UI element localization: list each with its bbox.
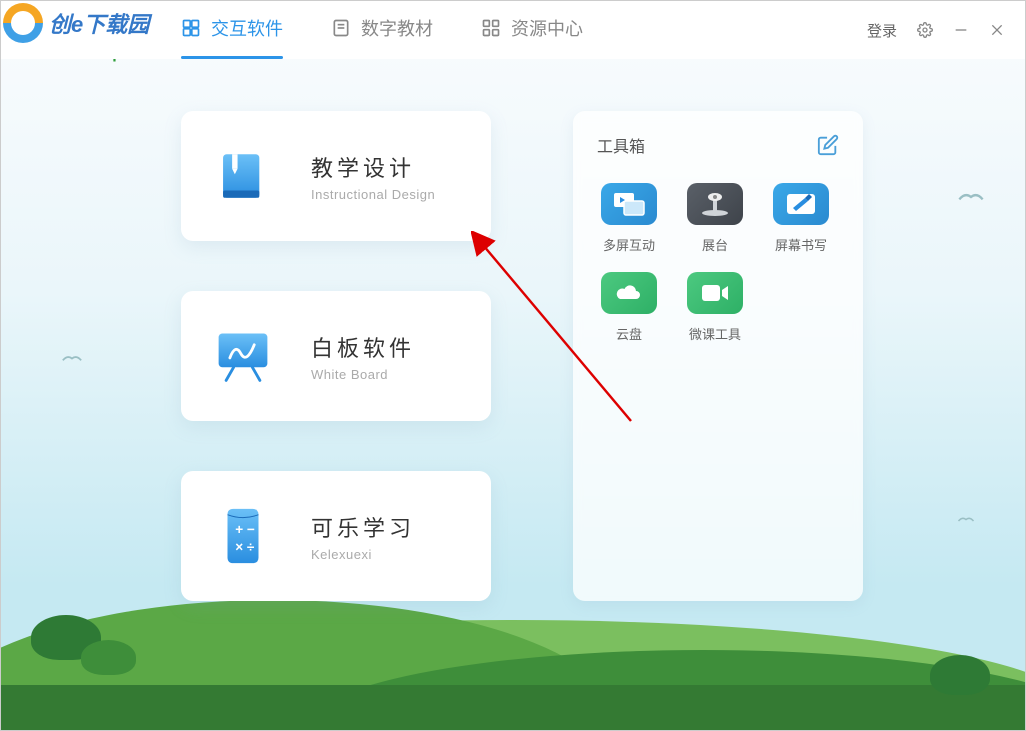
apps-icon <box>481 18 501 38</box>
tool-label: 多屏互动 <box>603 235 655 254</box>
tab-resource-center[interactable]: 资源中心 <box>481 15 583 45</box>
multiscreen-icon <box>601 183 657 225</box>
whiteboard-icon <box>211 324 275 388</box>
cloud-disk-icon <box>601 272 657 314</box>
tool-label: 屏幕书写 <box>775 235 827 254</box>
toolbox-panel: 工具箱 多屏互动 展台 屏幕书写 <box>573 111 863 601</box>
tab-interactive-software[interactable]: 交互软件 <box>181 15 283 45</box>
nav-tabs: 交互软件 数字教材 资源中心 <box>181 15 583 45</box>
topbar: 交互软件 数字教材 资源中心 登录 <box>1 1 1025 59</box>
tool-visualizer[interactable]: 展台 <box>683 183 747 254</box>
login-button[interactable]: 登录 <box>867 20 897 41</box>
watermark: 创e下载园 <box>3 3 149 43</box>
topbar-right: 登录 <box>867 20 1005 41</box>
card-whiteboard[interactable]: 白板软件 White Board <box>181 291 491 421</box>
tool-cloud-disk[interactable]: 云盘 <box>597 272 661 343</box>
svg-text:÷: ÷ <box>247 540 255 555</box>
card-title: 白板软件 <box>311 331 415 363</box>
watermark-icon <box>3 3 43 43</box>
minimize-button[interactable] <box>953 22 969 38</box>
card-title: 可乐学习 <box>311 511 415 543</box>
tab-label: 交互软件 <box>211 15 283 41</box>
screen-write-icon <box>773 183 829 225</box>
card-kelexuexi[interactable]: +−× ÷ 可乐学习 Kelexuexi <box>181 471 491 601</box>
card-subtitle: White Board <box>311 367 415 382</box>
card-subtitle: Instructional Design <box>311 187 435 202</box>
toolbox-edit-button[interactable] <box>817 134 839 156</box>
card-title: 教学设计 <box>311 151 435 183</box>
tool-grid: 多屏互动 展台 屏幕书写 云盘 <box>597 183 839 343</box>
grid-icon <box>181 18 201 38</box>
watermark-brand: 创e下载园 <box>49 7 149 39</box>
tab-label: 数字教材 <box>361 15 433 41</box>
svg-text:+: + <box>235 522 243 537</box>
cola-math-icon: +−× ÷ <box>211 504 275 568</box>
tool-label: 展台 <box>702 235 728 254</box>
visualizer-icon <box>687 183 743 225</box>
book-icon <box>331 18 351 38</box>
close-button[interactable] <box>989 22 1005 38</box>
svg-text:×: × <box>235 540 243 555</box>
main-content: 教学设计 Instructional Design 白板软件 White Boa… <box>1 111 1025 730</box>
tool-multiscreen[interactable]: 多屏互动 <box>597 183 661 254</box>
settings-button[interactable] <box>917 22 933 38</box>
toolbox-title: 工具箱 <box>597 133 645 157</box>
tool-microcourse[interactable]: 微课工具 <box>683 272 747 343</box>
tool-label: 微课工具 <box>689 324 741 343</box>
card-subtitle: Kelexuexi <box>311 547 415 562</box>
cards-column: 教学设计 Instructional Design 白板软件 White Boa… <box>181 111 491 730</box>
tab-digital-textbook[interactable]: 数字教材 <box>331 15 433 45</box>
microcourse-icon <box>687 272 743 314</box>
tool-label: 云盘 <box>616 324 642 343</box>
instructional-book-icon <box>211 144 275 208</box>
svg-text:−: − <box>247 522 255 537</box>
card-instructional-design[interactable]: 教学设计 Instructional Design <box>181 111 491 241</box>
tool-screen-write[interactable]: 屏幕书写 <box>769 183 833 254</box>
tab-label: 资源中心 <box>511 15 583 41</box>
